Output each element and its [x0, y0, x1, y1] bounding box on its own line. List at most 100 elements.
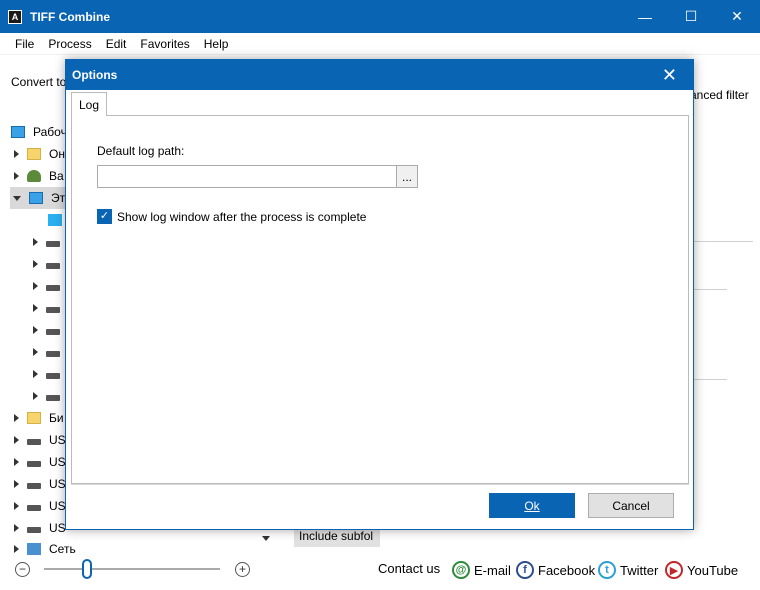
- tree-item[interactable]: [33, 231, 68, 253]
- tree-item-label: Сеть: [49, 542, 76, 556]
- expand-icon[interactable]: [33, 348, 38, 356]
- cd-drive-icon: [46, 395, 60, 401]
- expand-icon[interactable]: [33, 370, 38, 378]
- show-log-label[interactable]: Show log window after the process is com…: [117, 210, 366, 224]
- windows-drive-icon: [46, 241, 60, 247]
- default-log-path-input[interactable]: [97, 165, 397, 188]
- zoom-slider-track[interactable]: [44, 568, 220, 570]
- expand-icon[interactable]: [14, 480, 19, 488]
- chevron-down-icon[interactable]: [262, 536, 270, 541]
- twitter-link[interactable]: t Twitter: [598, 561, 658, 579]
- library-icon: [27, 412, 41, 424]
- expand-icon[interactable]: [14, 436, 19, 444]
- menu-process[interactable]: Process: [41, 37, 98, 51]
- browse-button[interactable]: ...: [396, 165, 418, 188]
- dialog-title: Options: [72, 68, 118, 82]
- advanced-filter-link[interactable]: anced filter: [690, 88, 749, 102]
- tree-item[interactable]: [33, 319, 68, 341]
- expand-icon[interactable]: [14, 150, 19, 158]
- dialog-close-icon[interactable]: ✕: [662, 65, 677, 85]
- collapse-icon[interactable]: [13, 195, 21, 201]
- tree-item[interactable]: Ва: [14, 165, 64, 187]
- usb-drive-icon: [27, 439, 41, 445]
- expand-icon[interactable]: [14, 458, 19, 466]
- tree-item[interactable]: [33, 385, 68, 407]
- menu-bar: File Process Edit Favorites Help: [0, 33, 760, 55]
- tree-item[interactable]: US: [14, 451, 66, 473]
- folder-icon: [27, 148, 41, 160]
- dialog-title-bar: Options ✕: [66, 60, 693, 90]
- tree-item[interactable]: [33, 275, 68, 297]
- tab-log[interactable]: Log: [71, 92, 107, 116]
- app-title: TIFF Combine: [30, 9, 110, 24]
- app-icon: A: [8, 9, 22, 24]
- youtube-icon: ▶: [665, 561, 683, 579]
- facebook-label: Facebook: [538, 562, 596, 578]
- facebook-link[interactable]: f Facebook: [516, 561, 595, 579]
- zoom-out-icon[interactable]: −: [15, 562, 30, 577]
- tree-item[interactable]: Би: [14, 407, 64, 429]
- usb-drive-icon: [27, 527, 41, 533]
- cancel-button[interactable]: Cancel: [588, 493, 674, 518]
- divider: [690, 241, 753, 242]
- divider: [690, 289, 727, 290]
- tree-item[interactable]: US: [14, 517, 66, 539]
- expand-icon[interactable]: [14, 414, 19, 422]
- menu-favorites[interactable]: Favorites: [133, 37, 196, 51]
- menu-file[interactable]: File: [0, 37, 41, 51]
- tree-item[interactable]: Он: [14, 143, 65, 165]
- drive-icon: [46, 351, 60, 357]
- dialog-divider: [71, 484, 689, 485]
- facebook-icon: f: [516, 561, 534, 579]
- show-log-checkbox[interactable]: ✓: [97, 209, 112, 224]
- expand-icon[interactable]: [33, 392, 38, 400]
- expand-icon[interactable]: [33, 238, 38, 246]
- tree-item[interactable]: US: [14, 473, 66, 495]
- email-link[interactable]: @ E-mail: [452, 561, 511, 579]
- window-controls: — ☐ ✕: [622, 0, 760, 33]
- expand-icon[interactable]: [14, 502, 19, 510]
- zoom-slider-thumb[interactable]: [82, 559, 92, 579]
- tree-item[interactable]: [33, 363, 68, 385]
- drive-icon: [46, 285, 60, 291]
- youtube-link[interactable]: ▶ YouTube: [665, 561, 738, 579]
- ok-button[interactable]: Ok: [489, 493, 575, 518]
- email-icon: @: [452, 561, 470, 579]
- tree-item-label: Эт: [51, 191, 66, 205]
- expand-icon[interactable]: [33, 304, 38, 312]
- tree-item-label: Рабоч: [33, 125, 67, 139]
- menu-help[interactable]: Help: [197, 37, 236, 51]
- user-icon: [27, 170, 41, 182]
- expand-icon[interactable]: [14, 524, 19, 532]
- zoom-in-icon[interactable]: +: [235, 562, 250, 577]
- tree-item[interactable]: US: [14, 495, 66, 517]
- tree-item[interactable]: US: [14, 429, 66, 451]
- close-button[interactable]: ✕: [714, 0, 760, 33]
- usb-drive-icon: [27, 483, 41, 489]
- expand-icon[interactable]: [33, 260, 38, 268]
- tree-item-label: US: [49, 499, 66, 513]
- twitter-icon: t: [598, 561, 616, 579]
- tree-item-label: US: [49, 455, 66, 469]
- drive-icon: [46, 373, 60, 379]
- tree-item[interactable]: [33, 253, 68, 275]
- 3d-objects-icon: [48, 214, 62, 226]
- options-dialog: Options ✕ Log Default log path: ... ✓ Sh…: [65, 59, 694, 530]
- tree-item[interactable]: [33, 341, 68, 363]
- tree-item[interactable]: [33, 297, 68, 319]
- expand-icon[interactable]: [14, 172, 19, 180]
- tree-item-selected[interactable]: Эт: [10, 187, 70, 209]
- expand-icon[interactable]: [14, 545, 19, 553]
- usb-drive-icon: [27, 461, 41, 467]
- tree-item[interactable]: Рабоч: [11, 121, 67, 143]
- expand-icon[interactable]: [33, 326, 38, 334]
- minimize-button[interactable]: —: [622, 0, 668, 33]
- twitter-label: Twitter: [620, 562, 659, 578]
- expand-icon[interactable]: [33, 282, 38, 290]
- convert-to-label: Convert to: [11, 75, 67, 89]
- maximize-button[interactable]: ☐: [668, 0, 714, 33]
- title-bar: A TIFF Combine — ☐ ✕: [0, 0, 760, 33]
- contact-us-label: Contact us: [378, 561, 440, 576]
- menu-edit[interactable]: Edit: [99, 37, 134, 51]
- tree-item-label: US: [49, 433, 66, 447]
